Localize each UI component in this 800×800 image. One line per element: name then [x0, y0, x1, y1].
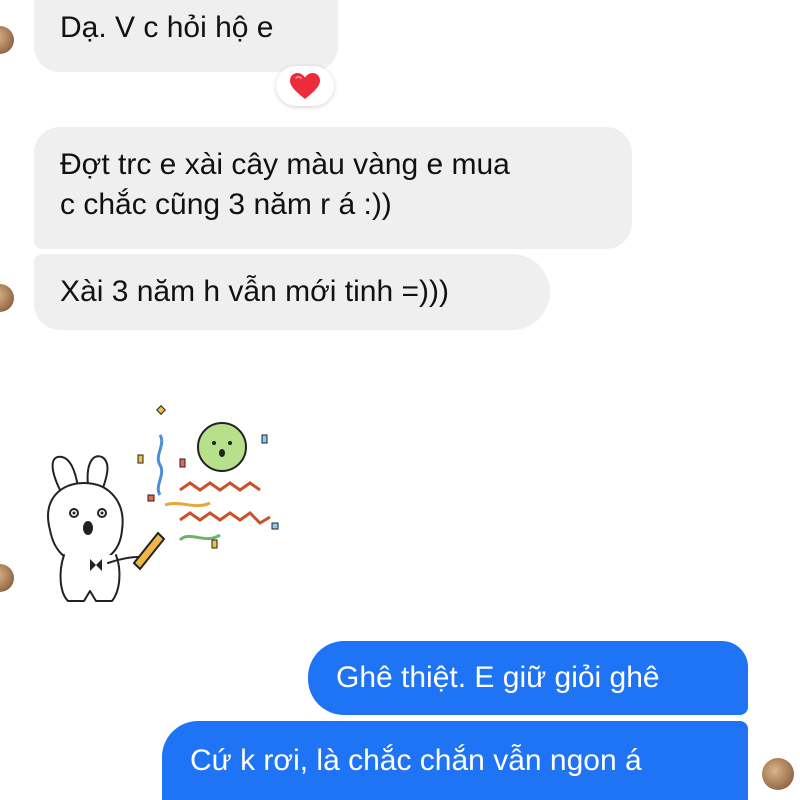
- message-bubble-incoming[interactable]: Xài 3 năm h vẫn mới tinh =))): [34, 254, 550, 330]
- message-bubble-outgoing[interactable]: Cứ k rơi, là chắc chắn vẫn ngon á: [162, 721, 748, 800]
- message-text: Ghê thiệt. E giữ giỏi ghê: [336, 661, 660, 694]
- message-text: Cứ k rơi, là chắc chắn vẫn ngon á: [190, 744, 642, 777]
- sender-avatar[interactable]: [0, 26, 14, 54]
- message-text: Xài 3 năm h vẫn mới tinh =))): [60, 275, 449, 308]
- reaction-badge[interactable]: [276, 66, 334, 106]
- sender-avatar[interactable]: [0, 284, 14, 312]
- party-bunny-sticker[interactable]: [30, 395, 300, 610]
- message-bubble-incoming[interactable]: Dạ. V c hỏi hộ e: [34, 0, 338, 72]
- sender-avatar[interactable]: [0, 564, 14, 592]
- message-text-line: c chắc cũng 3 năm r á :)): [60, 188, 392, 221]
- message-text: Dạ. V c hỏi hộ e: [60, 11, 274, 44]
- message-bubble-outgoing[interactable]: Ghê thiệt. E giữ giỏi ghê: [308, 641, 748, 715]
- seen-avatar: [762, 758, 794, 790]
- message-text-line: Đợt trc e xài cây màu vàng e mua: [60, 148, 510, 181]
- heart-icon: [290, 72, 320, 99]
- message-bubble-incoming[interactable]: Đợt trc e xài cây màu vàng e mua c chắc …: [34, 127, 632, 249]
